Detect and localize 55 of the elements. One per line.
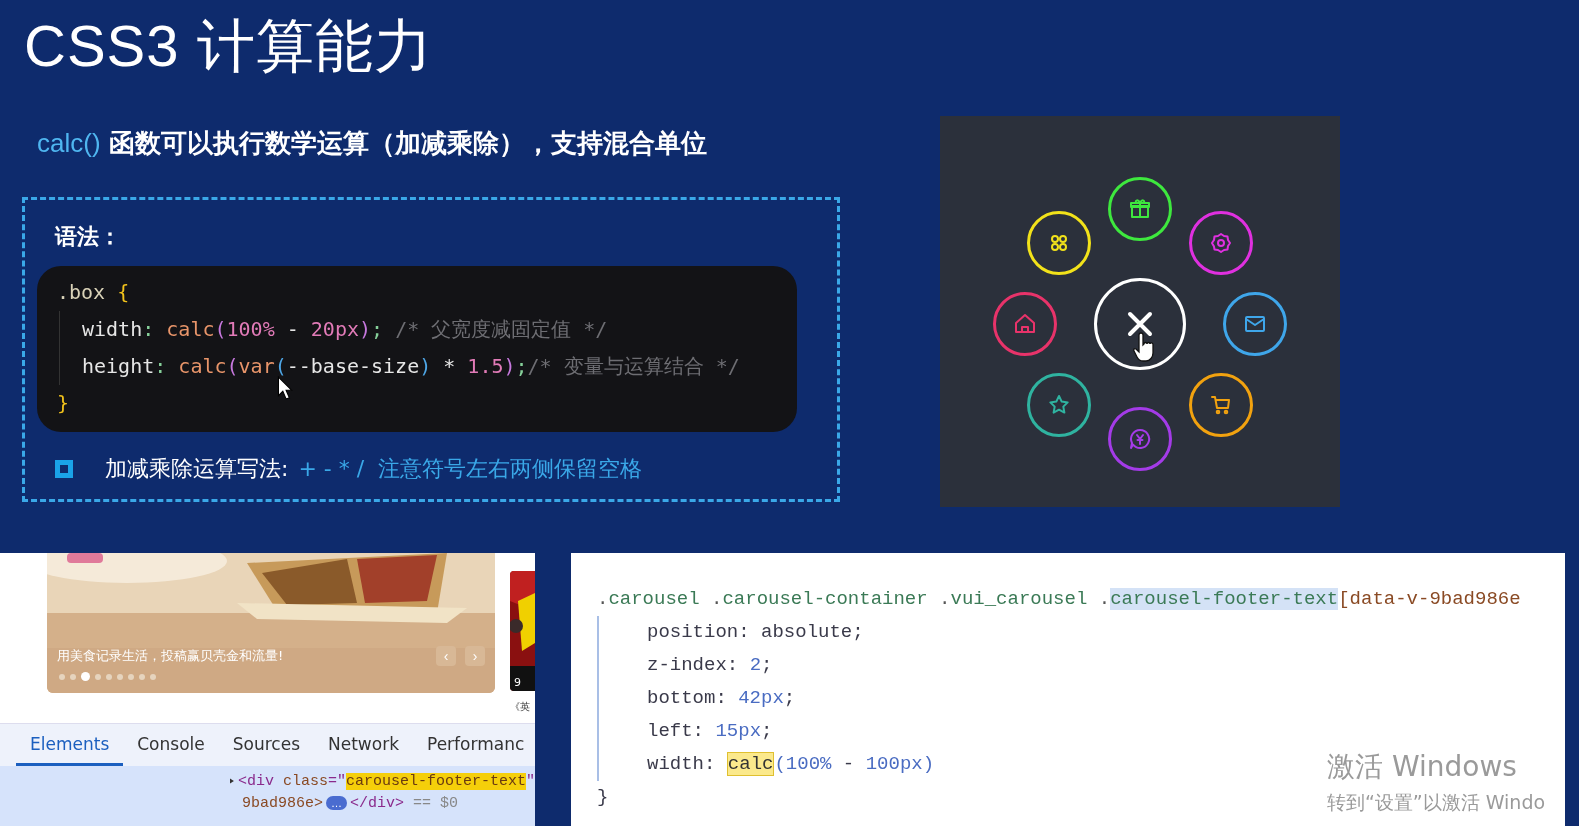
slide-title: CSS3 计算能力 bbox=[24, 12, 434, 80]
devtools-tab[interactable]: Performanc bbox=[413, 724, 539, 766]
element-code: carousel-footer-text bbox=[345, 772, 526, 790]
intro-text: 函数可以执行数学运算（加减乘除），支持混合单位 bbox=[108, 127, 707, 160]
css-line: width: calc(100% - 100px) bbox=[597, 748, 935, 781]
css-line: } bbox=[597, 785, 609, 810]
css-line: z-index: 2; bbox=[597, 649, 773, 682]
expand-button[interactable]: … bbox=[326, 796, 347, 810]
element-code: == $0 bbox=[412, 794, 459, 812]
play-count: 9 bbox=[514, 676, 521, 689]
pointer-cursor-icon bbox=[277, 376, 293, 400]
element-code: =" bbox=[327, 772, 346, 790]
square-bullet-icon bbox=[55, 460, 73, 478]
banner-caption: 用美食记录生活，投稿赢贝壳金和流量! bbox=[57, 647, 284, 665]
element-code: class bbox=[282, 772, 328, 790]
syntax-heading: 语法： bbox=[55, 223, 122, 251]
carousel-dot[interactable] bbox=[128, 673, 134, 680]
carousel-dot[interactable] bbox=[59, 673, 65, 680]
menu-item-button[interactable] bbox=[1026, 373, 1091, 438]
css-line: bottom: 42px; bbox=[597, 682, 796, 715]
menu-item-button[interactable] bbox=[1189, 373, 1254, 438]
yen-chat-icon bbox=[1128, 427, 1152, 451]
carousel-dot[interactable] bbox=[139, 673, 145, 680]
menu-item-button[interactable] bbox=[1108, 177, 1172, 241]
settings-icon bbox=[1209, 230, 1234, 255]
carousel-dot[interactable] bbox=[150, 673, 156, 680]
code-line: .box { bbox=[57, 279, 130, 306]
tip-note: + - * / 注意符号左右两侧保留空格 bbox=[298, 455, 643, 483]
menu-item-button[interactable] bbox=[1223, 292, 1287, 356]
devtools-tab[interactable]: Network bbox=[314, 724, 413, 766]
css-line: left: 15px; bbox=[597, 715, 773, 748]
keyword: calc() bbox=[37, 128, 101, 159]
carousel-dot[interactable] bbox=[70, 673, 76, 680]
carousel-dot[interactable] bbox=[117, 673, 123, 680]
activation-title: 激活 Windows bbox=[1327, 749, 1518, 785]
css-line: .carousel .carousel-container .vui_carousel .carousel-footer-text[data-v-9bad986e bbox=[597, 587, 1521, 612]
css-line: position: absolute; bbox=[597, 616, 864, 649]
activation-text: 转到“设置”以激活 Windo bbox=[1327, 790, 1546, 815]
code-line: } bbox=[57, 390, 70, 417]
close-icon bbox=[1127, 311, 1153, 337]
element-code: " bbox=[526, 772, 535, 790]
devtools-tab[interactable]: Sources bbox=[218, 724, 314, 766]
element-code: 9bad986e> bbox=[242, 794, 323, 812]
carousel-dot[interactable] bbox=[81, 672, 90, 681]
element-code: <div bbox=[237, 772, 275, 790]
carousel-dot[interactable] bbox=[106, 673, 112, 680]
code-line: width: calc(100% - 20px); /* 父宽度减固定值 */ bbox=[59, 311, 608, 348]
tip-label: 加减乘除运算写法: bbox=[105, 455, 289, 483]
devtools-tab[interactable]: Console bbox=[123, 724, 219, 766]
gift-icon bbox=[1128, 197, 1152, 221]
element-code: </div> bbox=[350, 794, 405, 812]
video-title: 《英 bbox=[510, 700, 531, 714]
home-icon bbox=[1013, 312, 1037, 336]
carousel-dot[interactable] bbox=[95, 673, 101, 680]
expand-icon[interactable] bbox=[230, 776, 234, 786]
